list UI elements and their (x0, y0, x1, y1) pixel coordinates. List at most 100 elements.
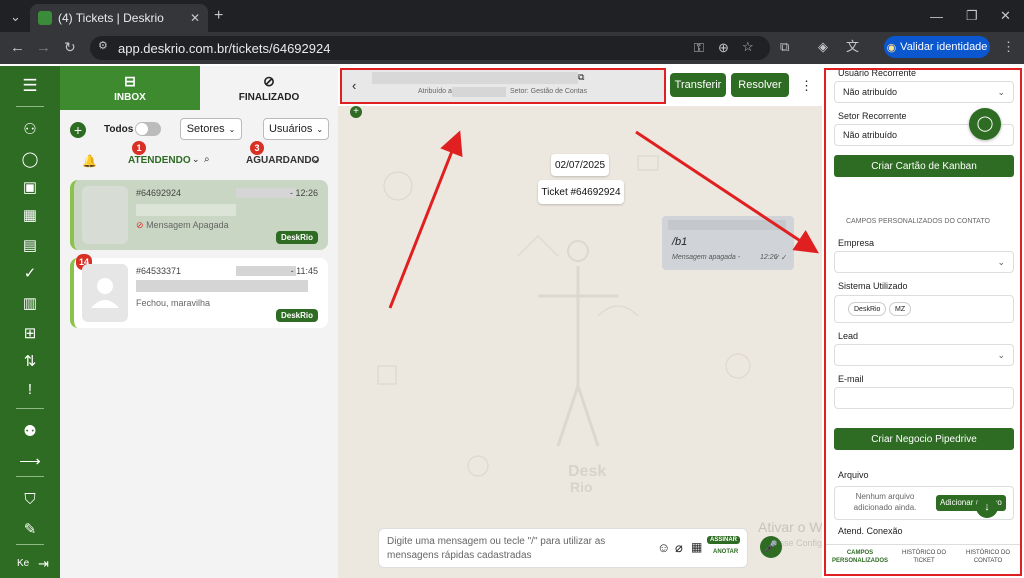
check-circle-icon[interactable]: ✓ (0, 266, 60, 282)
attach-icon[interactable]: ⌀ (675, 540, 683, 556)
extensions-icon[interactable]: ⧉ (780, 40, 789, 53)
alert-message-icon[interactable]: ! (0, 382, 60, 398)
chevron-down-icon: ⌄ (228, 124, 236, 134)
tab-inbox[interactable]: ⊟ INBOX (60, 66, 200, 110)
bell-icon[interactable]: 🔔 (82, 154, 97, 168)
kanban-icon[interactable]: ▤ (0, 238, 60, 254)
logout-icon[interactable]: ⇥ (38, 556, 49, 572)
browser-tab[interactable]: (4) Tickets | Deskrio ✕ (30, 4, 208, 32)
search-icon[interactable]: ⌕ (204, 154, 210, 165)
sign-button[interactable]: ASSINAR (707, 536, 741, 544)
incognito-icon[interactable]: ◈ (818, 40, 828, 53)
person-placeholder-icon (91, 278, 119, 308)
setores-filter[interactable]: Setores ⌄ (180, 118, 242, 140)
microphone-button[interactable]: 🎤 (760, 536, 782, 558)
site-info-icon[interactable]: ⚙ (98, 41, 108, 52)
address-bar[interactable]: ⚙ app.deskrio.com.br/tickets/64692924 ⚿ … (90, 36, 770, 60)
emoji-icon[interactable]: ☺ (657, 540, 670, 555)
bookmark-star-icon[interactable]: ☆ (742, 40, 754, 53)
shield-icon[interactable]: ⛉ (0, 492, 60, 508)
tab-search-icon[interactable]: ⌄ (10, 10, 21, 23)
sistema-chip-deskrio[interactable]: DeskRio (848, 302, 887, 316)
flow-icon[interactable]: ⇅ (0, 354, 60, 370)
transfer-button[interactable]: Transferir (670, 73, 726, 97)
tab-campos-personalizados[interactable]: CAMPOS PERSONALIZADOS (828, 549, 892, 565)
reload-icon[interactable]: ↻ (64, 40, 76, 54)
close-window-icon[interactable]: ✕ (1000, 9, 1011, 22)
password-key-icon[interactable]: ⚿ (694, 41, 704, 54)
usuario-recorrente-select[interactable]: Não atribuído ⌄ (834, 81, 1014, 103)
tab-historico-ticket[interactable]: HISTÓRICO DO TICKET (892, 549, 956, 565)
chevron-down-icon[interactable]: ⌄ (312, 154, 320, 165)
tab-aguardando[interactable]: AGUARDANDO (246, 155, 319, 166)
calendar-icon[interactable]: ▦ (691, 540, 702, 554)
restore-icon[interactable]: ❐ (966, 9, 978, 22)
ticket-message-text: Mensagem Apagada (146, 220, 229, 230)
tab-finalizado[interactable]: ⊘ FINALIZADO (200, 66, 338, 110)
note-button[interactable]: ANOTAR (713, 549, 738, 555)
empresa-select[interactable]: ⌄ (834, 251, 1014, 273)
back-chevron-icon[interactable]: ‹ (352, 78, 356, 93)
message-input[interactable]: Digite uma mensagem ou tecle "/" para ut… (387, 535, 653, 563)
create-kanban-card-button[interactable]: Criar Cartão de Kanban (834, 155, 1014, 177)
message-text: /b1 (672, 236, 688, 248)
setores-label: Setores (186, 123, 225, 135)
nav-divider (16, 106, 44, 107)
ticket-card[interactable]: 14 #64533371 - 11:45 Fechou, maravilha D… (70, 254, 328, 328)
users-icon[interactable]: ⚉ (0, 424, 60, 440)
usuarios-filter[interactable]: Usuários ⌄ (263, 118, 329, 140)
hamburger-menu-icon[interactable]: ☰ (0, 77, 60, 94)
new-tab-icon[interactable]: + (214, 8, 223, 24)
resolve-button[interactable]: Resolver (731, 73, 789, 97)
verify-identity-button[interactable]: ◉ Validar identidade (884, 36, 990, 58)
sistema-chip-mz[interactable]: MZ (889, 302, 912, 316)
chat-icon[interactable]: ◯ (0, 152, 60, 168)
close-tab-icon[interactable]: ✕ (190, 11, 200, 25)
empresa-label: Empresa (838, 238, 875, 248)
edit-icon[interactable]: ✎ (0, 522, 60, 538)
tab-historico-contato[interactable]: HISTÓRICO DO CONTATO (956, 549, 1020, 565)
translate-icon[interactable]: 文 (846, 40, 859, 53)
browser-menu-icon[interactable]: ⋮ (1002, 40, 1015, 53)
ticket-tag: DeskRio (275, 231, 318, 244)
ticket-last-message: ⊘ Mensagem Apagada (136, 220, 229, 231)
redacted-name (236, 266, 296, 276)
contacts-icon[interactable]: ▣ (0, 180, 60, 196)
minimize-icon[interactable]: — (930, 10, 943, 23)
ticket-last-message: Fechou, maravilha (136, 298, 211, 308)
redacted-contact (136, 280, 308, 292)
outgoing-message[interactable]: /b1 Mensagem apagada - 12:26 ✓✓ (662, 216, 794, 270)
arrow-right-icon[interactable]: ⟶ (0, 454, 60, 470)
chevron-down-icon: ⌄ (997, 257, 1005, 267)
message-composer[interactable]: Digite uma mensagem ou tecle "/" para ut… (378, 528, 748, 568)
scroll-down-icon[interactable]: ↓ (976, 496, 998, 518)
dashboard-icon[interactable]: ▦ (0, 208, 60, 224)
create-pipedrive-deal-button[interactable]: Criar Negocio Pipedrive (834, 428, 1014, 450)
svg-text:Rio: Rio (570, 479, 593, 495)
forward-icon[interactable]: → (36, 40, 51, 55)
zoom-icon[interactable]: ⊕ (718, 41, 729, 54)
floating-chat-icon[interactable]: ◯ (969, 108, 1001, 140)
add-tag-icon[interactable]: + (350, 106, 362, 118)
user-initials[interactable]: Ke (17, 558, 29, 569)
url-text: app.deskrio.com.br/tickets/64692924 (118, 40, 331, 56)
lead-label: Lead (838, 331, 859, 341)
ticket-bubble: Ticket #64692924 (538, 180, 624, 204)
left-navigation: ☰ ⚇ ◯ ▣ ▦ ▤ ✓ ▥ ⊞ ⇅ ! ⚉ ⟶ ⛉ ✎ Ke ⇥ (0, 66, 60, 578)
more-options-icon[interactable]: ⋮ (800, 78, 813, 94)
user-icon[interactable]: ⚇ (0, 122, 60, 138)
ticket-card[interactable]: #64692924 - 12:26 ⊘ Mensagem Apagada Des… (70, 180, 328, 250)
lead-select[interactable]: ⌄ (834, 344, 1014, 366)
new-ticket-button[interactable]: + (70, 122, 86, 138)
chevron-down-icon[interactable]: ⌄ (192, 154, 200, 165)
nav-divider (16, 476, 44, 477)
email-field[interactable] (834, 387, 1014, 409)
tab-atendendo[interactable]: ATENDENDO (128, 155, 191, 166)
copy-icon[interactable]: ⧉ (578, 72, 584, 83)
chat-header-contact-box[interactable]: ‹ ⧉ Atribuído a: Setor: Gestão de Contas (340, 68, 666, 104)
todos-toggle[interactable] (135, 122, 161, 136)
calendar-icon[interactable]: ▥ (0, 296, 60, 312)
right-panel-tabs: CAMPOS PERSONALIZADOS HISTÓRICO DO TICKE… (826, 544, 1020, 574)
add-message-icon[interactable]: ⊞ (0, 326, 60, 342)
back-icon[interactable]: ← (10, 40, 25, 55)
